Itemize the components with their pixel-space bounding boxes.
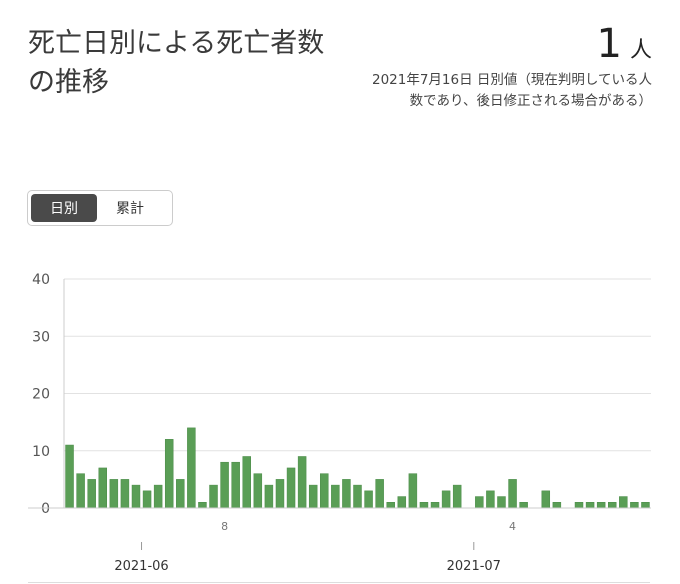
bar [641,502,650,509]
bar [286,467,296,509]
bar [497,496,506,509]
view-toggle: 日別 累計 [27,190,173,226]
stat-number: 1 [596,21,622,67]
bar [120,479,130,509]
bar [519,502,528,509]
bar [375,479,384,509]
bar [87,479,96,509]
bar [353,484,362,509]
month-label: 2021-07 [447,559,501,574]
bar [585,502,595,509]
bar [397,496,407,509]
stat-value: 1人 [597,22,652,73]
bar [131,484,141,509]
bar [508,479,517,509]
bar [187,427,196,509]
bar [331,484,340,509]
bar [596,502,606,509]
bar [264,484,274,509]
stat-unit: 人 [629,38,652,63]
x-tick-label: 8 [221,520,228,533]
bar [164,439,174,509]
x-tick-label: 4 [509,520,516,533]
daily-toggle-button[interactable]: 日別 [31,194,97,222]
bar [65,444,74,509]
page-title: 死亡日別による死亡者数の推移 [28,28,325,98]
bar [486,490,495,509]
y-tick-label: 40 [32,272,50,288]
bar [408,473,418,509]
bar [475,496,484,509]
bar [176,479,185,509]
bar [142,490,152,509]
bottom-divider [28,582,650,583]
bar [320,473,329,509]
bar [541,490,551,509]
bar [109,479,119,509]
bar [231,461,240,509]
bar [253,473,263,509]
bar [308,484,318,509]
bar [386,502,395,509]
bar [607,502,617,509]
bar [342,479,351,509]
bar [220,461,229,509]
bar [76,473,85,509]
bar [630,502,639,509]
bar [98,467,108,509]
bar [452,484,462,509]
stat-note: 2021年7月16日 日別値（現在判明している人数であり、後日修正される場合があ… [371,72,652,109]
bar [297,456,307,509]
y-tick-label: 30 [32,329,50,345]
month-label: 2021-06 [114,559,168,574]
bar [209,484,218,509]
y-tick-label: 10 [32,444,50,460]
latest-stat: 1人 [597,22,652,73]
cumulative-toggle-button[interactable]: 累計 [97,194,163,222]
daily-deaths-chart: 0 10 20 30 40 8 4 2021-06 2021-07 [28,272,651,574]
bar [364,490,373,509]
bar [574,502,584,509]
bar [153,484,163,509]
bar [430,502,440,509]
y-tick-label: 0 [41,501,50,517]
bar [275,479,285,509]
bar [242,456,251,509]
bar [619,496,628,509]
bar [198,502,207,509]
bar [552,502,562,509]
bar [441,490,451,509]
bar [419,502,429,509]
y-tick-label: 20 [32,387,50,403]
